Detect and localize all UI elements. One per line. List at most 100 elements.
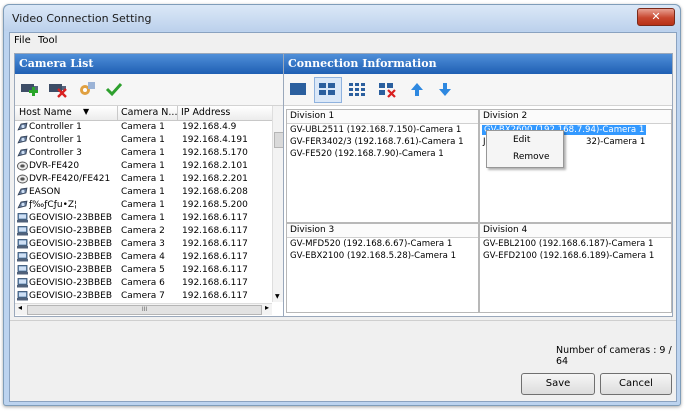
division-title: Division 3 xyxy=(287,224,478,238)
dvr-icon xyxy=(17,174,28,184)
controller-icon xyxy=(17,135,28,144)
server-icon xyxy=(17,291,28,301)
cell-ip-address: 192.168.4.9 xyxy=(182,122,237,132)
title-bar: Video Connection Setting ✕ xyxy=(4,5,680,31)
table-row[interactable]: DVR-FE420/FE421 Camera 1 192.168.2.201 xyxy=(15,173,272,186)
division-entry[interactable]: GV-FE520 (192.168.7.90)-Camera 1 xyxy=(290,149,444,159)
cell-camera-name: Camera 1 xyxy=(121,187,165,197)
check-icon[interactable] xyxy=(104,80,124,98)
scroll-right-icon[interactable]: ▸ xyxy=(265,303,269,312)
cell-host-name: GEOVISIO-23BBEB xyxy=(29,265,113,275)
division-entry[interactable]: GV-MFD520 (192.168.6.67)-Camera 1 xyxy=(290,239,452,249)
hscroll-thumb[interactable]: III xyxy=(27,305,262,315)
context-menu: Edit Remove xyxy=(486,130,564,168)
cell-ip-address: 192.168.6.117 xyxy=(182,291,248,301)
division-entry[interactable]: GV-EBL2100 (192.168.6.187)-Camera 1 xyxy=(483,239,653,249)
cell-host-name: GEOVISIO-23BBEB xyxy=(29,278,113,288)
table-row[interactable]: GEOVISIO-23BBEB Camera 4 192.168.6.117 xyxy=(15,251,272,264)
division-title: Division 1 xyxy=(287,110,478,124)
cell-host-name: GEOVISIO-23BBEB xyxy=(29,213,113,223)
cell-ip-address: 192.168.6.117 xyxy=(182,239,248,249)
cell-camera-name: Camera 1 xyxy=(121,122,165,132)
cell-ip-address: 192.168.6.117 xyxy=(182,213,248,223)
table-row[interactable]: GEOVISIO-23BBEB Camera 3 192.168.6.117 xyxy=(15,238,272,251)
layout-9-icon[interactable] xyxy=(347,80,367,98)
camera-table-body: Controller 1 Camera 1 192.168.4.9 Controlle… xyxy=(15,121,272,303)
camera-list-header: Camera List xyxy=(15,54,283,74)
clear-layout-icon[interactable] xyxy=(377,80,397,98)
arrow-up-icon[interactable] xyxy=(407,80,427,98)
cell-host-name: GEOVISIO-23BBEB xyxy=(29,239,113,249)
horizontal-scrollbar[interactable]: ◂ III ▸ xyxy=(15,303,272,315)
server-icon xyxy=(17,213,28,223)
cell-host-name: GEOVISIO-23BBEB xyxy=(29,252,113,262)
division-3[interactable]: Division 3 GV-MFD520 (192.168.6.67)-Came… xyxy=(286,223,479,313)
server-icon xyxy=(17,278,28,288)
context-menu-edit[interactable]: Edit xyxy=(513,135,530,145)
division-1[interactable]: Division 1 GV-UBL2511 (192.168.7.150)-Ca… xyxy=(286,109,479,223)
cell-host-name: GEOVISIO-23BBEB xyxy=(29,226,113,236)
server-icon xyxy=(17,252,28,262)
controller-icon xyxy=(17,187,28,196)
cell-host-name: GEOVISIO-23BBEB xyxy=(29,291,113,301)
cell-camera-name: Camera 1 xyxy=(121,135,165,145)
column-ip-address[interactable]: IP Address xyxy=(181,107,230,118)
layout-4-icon[interactable] xyxy=(317,80,337,98)
division-entry[interactable]: GV-UBL2511 (192.168.7.150)-Camera 1 xyxy=(290,125,461,135)
cell-host-name: DVR-FE420/FE421 xyxy=(29,174,111,184)
division-4[interactable]: Division 4 GV-EBL2100 (192.168.6.187)-Ca… xyxy=(479,223,672,313)
column-camera-name[interactable]: Camera N... xyxy=(121,107,177,118)
server-icon xyxy=(17,226,28,236)
cell-camera-name: Camera 2 xyxy=(121,226,165,236)
cell-camera-name: Camera 4 xyxy=(121,252,165,262)
save-button[interactable]: Save xyxy=(521,373,595,395)
table-row[interactable]: Controller 3 Camera 1 192.168.5.170 xyxy=(15,147,272,160)
remove-camera-icon[interactable] xyxy=(48,80,68,98)
cell-host-name: DVR-FE420 xyxy=(29,161,80,171)
server-icon xyxy=(17,265,28,275)
table-row[interactable]: EASON Camera 1 192.168.6.208 xyxy=(15,186,272,199)
cell-ip-address: 192.168.2.201 xyxy=(182,174,248,184)
menu-file[interactable]: File xyxy=(14,35,31,46)
footer-divider xyxy=(10,320,676,321)
division-entry[interactable]: GV-EBX2100 (192.168.5.28)-Camera 1 xyxy=(290,251,456,261)
table-row[interactable]: GEOVISIO-23BBEB Camera 6 192.168.6.117 xyxy=(15,277,272,290)
controller-icon xyxy=(17,200,28,209)
table-row[interactable]: Controller 1 Camera 1 192.168.4.9 xyxy=(15,121,272,134)
table-row[interactable]: DVR-FE420 Camera 1 192.168.2.101 xyxy=(15,160,272,173)
camera-count: Number of cameras : 9 / 64 xyxy=(556,345,672,367)
camera-table-header: Host Name ▼ Camera N... IP Address xyxy=(15,106,272,121)
connection-panel: Connection Information Division 1 GV-UBL… xyxy=(283,53,673,317)
cell-camera-name: Camera 6 xyxy=(121,278,165,288)
scroll-down-icon[interactable]: ▼ xyxy=(275,293,280,300)
settings-icon[interactable] xyxy=(77,80,97,98)
context-menu-remove[interactable]: Remove xyxy=(513,152,550,162)
arrow-down-icon[interactable] xyxy=(435,80,455,98)
sort-desc-icon[interactable]: ▼ xyxy=(83,107,89,116)
layout-1-icon[interactable] xyxy=(288,80,308,98)
table-row[interactable]: GEOVISIO-23BBEB Camera 7 192.168.6.117 xyxy=(15,290,272,303)
camera-list-panel: Camera List Host Name ▼ Camera N... IP A… xyxy=(14,53,284,317)
table-row[interactable]: ƒ‰ƒCƒu•Ž¦ Camera 1 192.168.5.200 xyxy=(15,199,272,212)
cell-camera-name: Camera 1 xyxy=(121,148,165,158)
table-row[interactable]: GEOVISIO-23BBEB Camera 2 192.168.6.117 xyxy=(15,225,272,238)
close-button[interactable]: ✕ xyxy=(637,8,675,26)
scroll-left-icon[interactable]: ◂ xyxy=(18,303,22,312)
division-entry[interactable]: GV-EFD2100 (192.168.6.189)-Camera 1 xyxy=(483,251,654,261)
division-entry[interactable]: 32)-Camera 1 xyxy=(586,137,645,147)
cell-ip-address: 192.168.6.117 xyxy=(182,265,248,275)
cell-camera-name: Camera 1 xyxy=(121,161,165,171)
cancel-button[interactable]: Cancel xyxy=(600,373,672,395)
table-row[interactable]: Controller 1 Camera 1 192.168.4.191 xyxy=(15,134,272,147)
camera-list-toolbar xyxy=(15,74,283,106)
division-entry[interactable]: GV-FER3402/3 (192.168.7.61)-Camera 1 xyxy=(290,137,464,147)
table-row[interactable]: GEOVISIO-23BBEB Camera 1 192.168.6.117 xyxy=(15,212,272,225)
client-area: File Tool Camera List Host Name ▼ Camera… xyxy=(9,32,677,402)
cell-host-name: ƒ‰ƒCƒu•Ž¦ xyxy=(29,200,78,210)
dvr-icon xyxy=(17,161,28,171)
add-camera-icon[interactable] xyxy=(20,80,40,98)
table-row[interactable]: GEOVISIO-23BBEB Camera 5 192.168.6.117 xyxy=(15,264,272,277)
menu-tool[interactable]: Tool xyxy=(38,35,57,46)
cell-camera-name: Camera 1 xyxy=(121,200,165,210)
column-host-name[interactable]: Host Name xyxy=(19,107,72,118)
